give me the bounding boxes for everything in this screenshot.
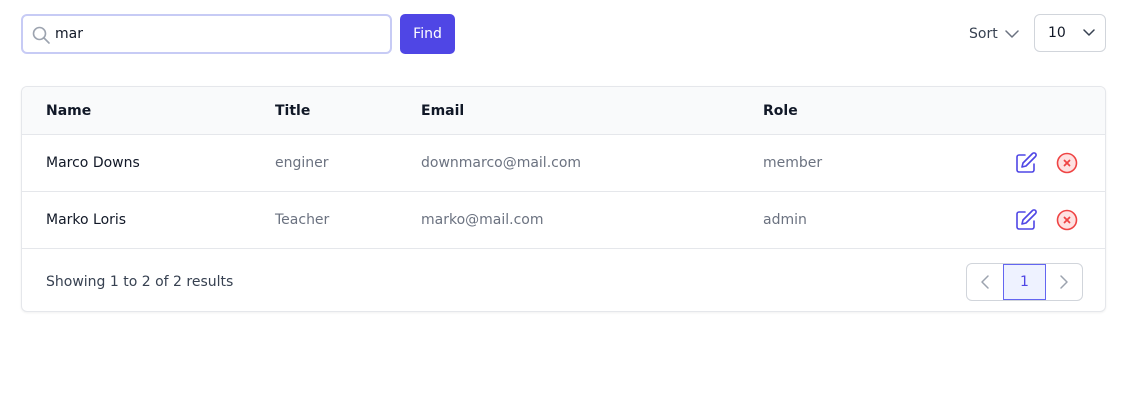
search-input[interactable] xyxy=(55,16,385,52)
users-table: Name Title Email Role Marco Downs engine… xyxy=(21,86,1106,312)
table-row: Marko Loris Teacher marko@mail.com admin xyxy=(22,192,1105,249)
page-button-current[interactable]: 1 xyxy=(1003,264,1046,300)
chevron-down-icon xyxy=(1004,30,1019,38)
cell-role: member xyxy=(763,155,823,171)
delete-icon[interactable] xyxy=(1055,151,1079,175)
table-row: Marco Downs enginer downmarco@mail.com m… xyxy=(22,135,1105,192)
search-box xyxy=(21,14,392,54)
find-button[interactable]: Find xyxy=(400,14,455,54)
previous-page-button[interactable] xyxy=(967,264,1003,300)
cell-title: enginer xyxy=(275,155,329,171)
chevron-right-icon xyxy=(1060,275,1068,289)
column-header-name: Name xyxy=(46,103,92,119)
chevron-left-icon xyxy=(981,275,989,289)
table-header: Name Title Email Role xyxy=(22,87,1105,135)
pagination: 1 xyxy=(966,263,1083,301)
search-icon xyxy=(31,25,51,45)
sort-label: Sort xyxy=(969,26,998,42)
column-header-title: Title xyxy=(275,103,311,119)
delete-icon[interactable] xyxy=(1055,208,1079,232)
column-header-role: Role xyxy=(763,103,798,119)
chevron-down-icon xyxy=(1083,29,1095,36)
cell-name: Marco Downs xyxy=(46,155,140,171)
column-header-email: Email xyxy=(421,103,465,119)
results-summary: Showing 1 to 2 of 2 results xyxy=(46,274,234,290)
page-size-value: 10 xyxy=(1048,25,1066,41)
sort-button[interactable]: Sort xyxy=(969,22,1020,46)
next-page-button[interactable] xyxy=(1046,264,1082,300)
edit-icon[interactable] xyxy=(1014,208,1038,232)
edit-icon[interactable] xyxy=(1014,151,1038,175)
page-size-select[interactable]: 10 xyxy=(1034,14,1106,52)
cell-email: downmarco@mail.com xyxy=(421,155,582,171)
cell-role: admin xyxy=(763,212,807,228)
cell-email: marko@mail.com xyxy=(421,212,544,228)
cell-name: Marko Loris xyxy=(46,212,127,228)
cell-title: Teacher xyxy=(275,212,330,228)
